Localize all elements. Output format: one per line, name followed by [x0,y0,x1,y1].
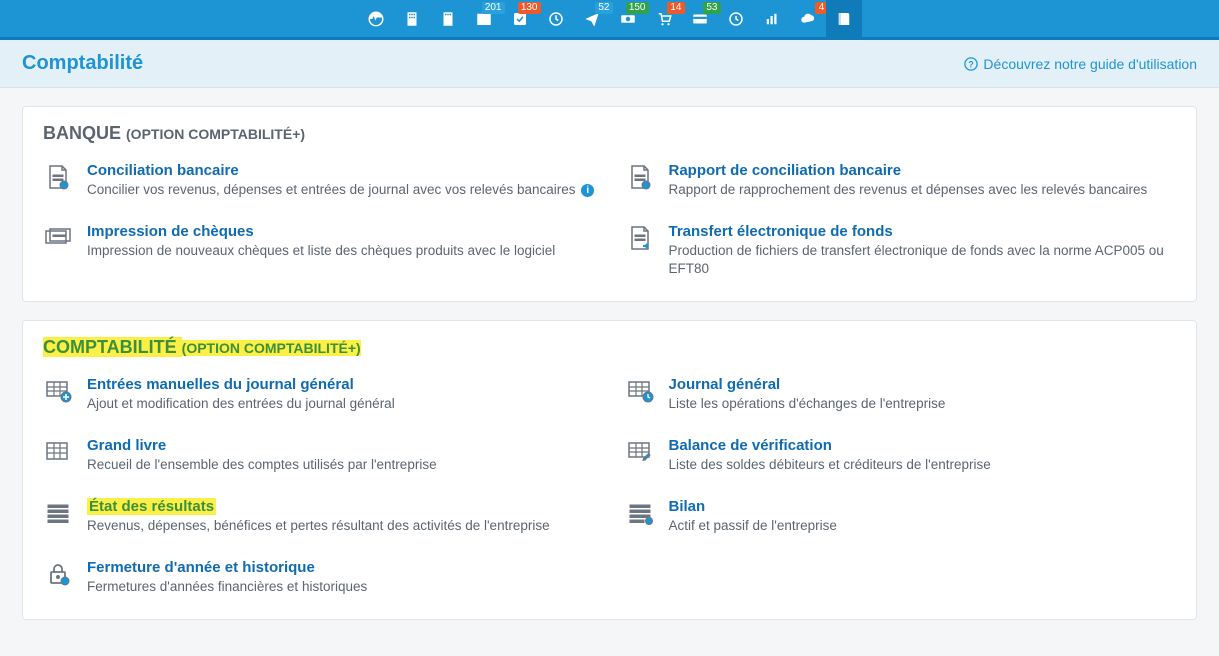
menu-item[interactable]: État des résultats Revenus, dépenses, bén… [43,498,595,535]
topbar-clock-icon[interactable] [538,0,574,37]
menu-item[interactable]: Impression de chèques Impression de nouve… [43,223,595,278]
menu-item-title: Entrées manuelles du journal général [87,376,595,393]
menu-item-desc: Revenus, dépenses, bénéfices et pertes r… [87,517,595,535]
menu-item-desc: Impression de nouveaux chèques et liste … [87,242,595,260]
menu-item-title: Rapport de conciliation bancaire [669,162,1177,179]
section-title: COMPTABILITÉ (OPTION COMPTABILITÉ+) [43,337,1176,358]
menu-item-title: Balance de vérification [669,437,1177,454]
menu-item-desc: Ajout et modification des entrées du jou… [87,395,595,413]
menu-item-title: Impression de chèques [87,223,595,240]
guide-link-label: Découvrez notre guide d'utilisation [983,56,1197,72]
menu-item[interactable]: Bilan Actif et passif de l'entreprise [625,498,1177,535]
section-card: COMPTABILITÉ (OPTION COMPTABILITÉ+) Entré… [22,320,1197,620]
info-icon[interactable]: i [581,184,594,197]
topbar: 201130 521501453 4 [0,0,1219,40]
menu-item-title: Bilan [669,498,1177,515]
menu-item-desc: Liste des soldes débiteurs et créditeurs… [669,456,1177,474]
menu-item-desc: Fermetures d'années financières et histo… [87,578,595,596]
topbar-chart-icon[interactable] [754,0,790,37]
grid-clock-icon [625,376,655,406]
topbar-money-icon[interactable]: 150 [610,0,646,37]
menu-item-desc: Production de fichiers de transfert élec… [669,242,1177,278]
topbar-cart-icon[interactable]: 14 [646,0,682,37]
topbar-book-icon[interactable] [826,0,862,37]
topbar-dashboard-icon[interactable] [358,0,394,37]
menu-item[interactable]: Transfert électronique de fonds Productio… [625,223,1177,278]
menu-item-title: Fermeture d'année et historique [87,559,595,576]
topbar-card-icon[interactable]: 53 [682,0,718,37]
menu-item[interactable]: Balance de vérification Liste des soldes … [625,437,1177,474]
menu-item-desc: Rapport de rapprochement des revenus et … [669,181,1177,199]
topbar-check-icon[interactable]: 130 [502,0,538,37]
section-title: BANQUE (OPTION COMPTABILITÉ+) [43,123,1176,144]
svg-text:?: ? [969,59,974,69]
grid-plus-icon [43,376,73,406]
doc-icon [625,162,655,192]
menu-item-desc: Liste les opérations d'échanges de l'ent… [669,395,1177,413]
doc-icon [43,162,73,192]
menu-item[interactable]: Entrées manuelles du journal général Ajou… [43,376,595,413]
menu-item[interactable]: Rapport de conciliation bancaire Rapport … [625,162,1177,199]
topbar-cloud-icon[interactable]: 4 [790,0,826,37]
topbar-inbox-icon[interactable]: 201 [466,0,502,37]
cheque-icon [43,223,73,253]
topbar-building-icon[interactable] [394,0,430,37]
lock-icon [43,559,73,589]
topbar-clock2-icon[interactable] [718,0,754,37]
menu-item[interactable]: Grand livre Recueil de l'ensemble des com… [43,437,595,474]
topbar-send-icon[interactable]: 52 [574,0,610,37]
menu-item[interactable]: Journal général Liste les opérations d'éc… [625,376,1177,413]
menu-item-title: État des résultats [87,498,216,515]
page-header: Comptabilité ? Découvrez notre guide d'u… [0,40,1219,88]
doc-arrow-icon [625,223,655,253]
menu-item-title: Grand livre [87,437,595,454]
guide-link[interactable]: ? Découvrez notre guide d'utilisation [964,56,1197,72]
section-card: BANQUE (OPTION COMPTABILITÉ+) Conciliatio… [22,106,1197,302]
menu-item-title: Conciliation bancaire [87,162,595,179]
menu-item-desc: Actif et passif de l'entreprise [669,517,1177,535]
menu-item[interactable]: Fermeture d'année et historique Fermeture… [43,559,595,596]
menu-item-desc: Concilier vos revenus, dépenses et entré… [87,181,595,199]
grid-edit-icon [625,437,655,467]
page-title: Comptabilité [22,52,143,75]
lines-icon [43,498,73,528]
menu-item-title: Transfert électronique de fonds [669,223,1177,240]
topbar-building2-icon[interactable] [430,0,466,37]
menu-item-title: Journal général [669,376,1177,393]
grid-icon [43,437,73,467]
lines2-icon [625,498,655,528]
menu-item[interactable]: Conciliation bancaire Concilier vos reven… [43,162,595,199]
content: BANQUE (OPTION COMPTABILITÉ+) Conciliatio… [0,88,1219,656]
menu-item-desc: Recueil de l'ensemble des comptes utilis… [87,456,595,474]
